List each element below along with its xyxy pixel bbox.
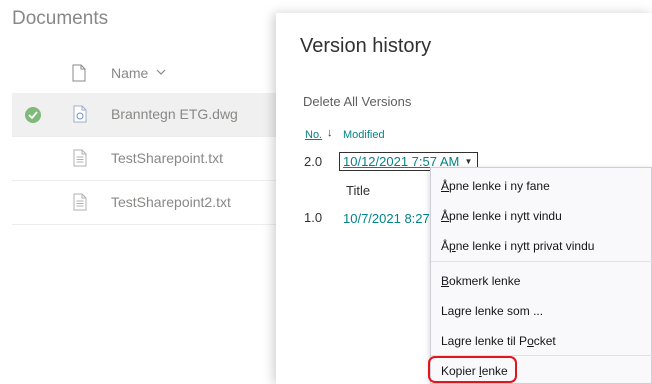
version-number: 2.0 [304,154,323,169]
delete-all-versions-button[interactable]: Delete All Versions [303,94,411,109]
text-file-icon [73,149,87,167]
highlight-annotation [428,356,517,383]
menu-item-bookmark-link[interactable]: Bokmerk lenke [441,274,520,288]
title-label: Title [346,183,371,198]
context-menu: Åpne lenke i ny fane Åpne lenke i nytt v… [430,167,652,384]
file-row[interactable]: TestSharepoint.txt [12,137,280,181]
file-row[interactable]: TestSharepoint2.txt [12,181,280,225]
menu-item-open-private-window[interactable]: Åpne lenke i nytt privat vindu [441,239,594,253]
column-name-label[interactable]: Name [111,65,148,81]
library-title: Documents [12,8,109,29]
file-name[interactable]: Branntegn ETG.dwg [111,106,238,122]
menu-item-save-link-to-pocket[interactable]: Lagre lenke til Pocket [441,334,556,348]
chevron-down-icon[interactable] [156,68,166,76]
menu-separator [431,261,652,262]
menu-item-open-new-window[interactable]: Åpne lenke i nytt vindu [441,209,562,223]
version-modified-link[interactable]: 10/7/2021 8:27 [343,211,430,226]
file-name[interactable]: TestSharepoint.txt [111,150,223,166]
column-no-header[interactable]: No. [305,129,322,141]
checkmark-icon[interactable] [25,107,41,123]
menu-item-save-link-as[interactable]: Lagre lenke som ... [441,304,543,318]
version-number: 1.0 [304,210,323,225]
file-type-header-icon[interactable] [72,64,86,82]
panel-title: Version history [300,35,432,57]
caret-down-icon[interactable]: ▼ [464,157,472,166]
file-row[interactable]: Branntegn ETG.dwg [12,93,280,137]
column-modified-header[interactable]: Modified [343,129,385,141]
file-name[interactable]: TestSharepoint2.txt [111,194,231,210]
column-header: Name [0,58,280,92]
menu-item-open-new-tab[interactable]: Åpne lenke i ny fane [441,179,550,193]
dwg-file-icon [73,105,87,123]
sort-arrow-down-icon: ↓ [327,127,333,139]
text-file-icon [73,193,87,211]
